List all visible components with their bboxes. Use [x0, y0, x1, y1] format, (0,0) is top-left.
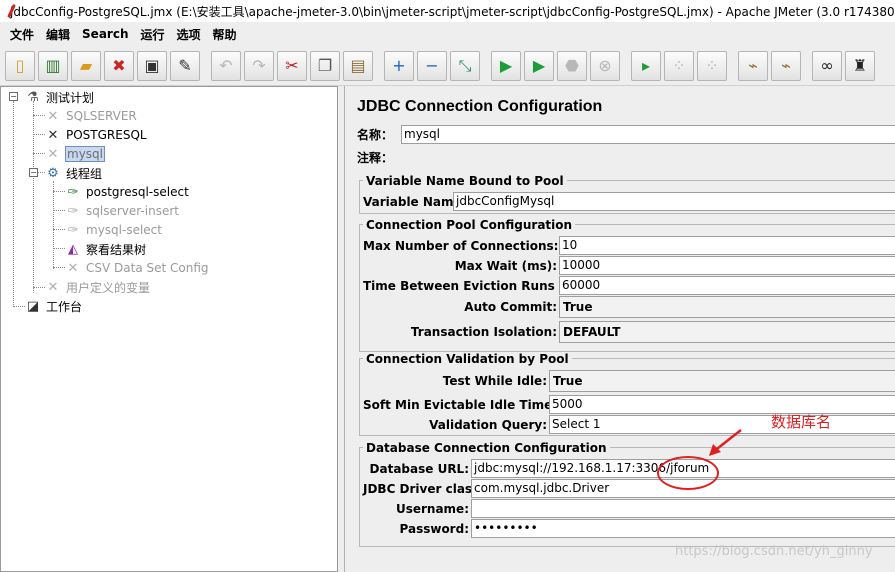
toggle-icon[interactable]: ⤡	[450, 50, 480, 81]
password-label: Password:	[399, 521, 470, 536]
stop-icon[interactable]: ⬣	[557, 50, 587, 81]
tree-item-csv-data-set[interactable]: ✕ CSV Data Set Config	[65, 259, 210, 277]
wrench-icon: ✕	[47, 146, 59, 162]
title-bar: jdbcConfig-PostgreSQL.jmx (E:\安装工具\apach…	[0, 0, 895, 22]
max-wait-label: Max Wait (ms):	[454, 258, 557, 273]
jdbc-config-panel: JDBC Connection Configuration 名称： mysql …	[344, 86, 895, 572]
window-title: jdbcConfig-PostgreSQL.jmx (E:\安装工具\apach…	[10, 4, 895, 19]
validation-group-title: Connection Validation by Pool	[363, 352, 572, 366]
transaction-isolation-label: Transaction Isolation:	[410, 325, 557, 339]
clear-icon[interactable]: ⌁	[738, 50, 768, 81]
reset-search-icon[interactable]: ♜	[845, 50, 875, 81]
tree-item-test-plan[interactable]: ⚗ 测试计划	[25, 88, 95, 106]
menu-edit[interactable]: 编辑	[40, 26, 76, 43]
pool-group-title: Connection Pool Configuration	[363, 218, 576, 232]
username-input[interactable]	[471, 499, 895, 518]
tree-item-workbench[interactable]: ◪ 工作台	[25, 297, 83, 315]
tree-item-sqlserver[interactable]: ✕ SQLSERVER	[45, 107, 138, 125]
menu-run[interactable]: 运行	[134, 26, 170, 43]
annotation-arrow	[709, 429, 742, 456]
wrench-icon: ✕	[47, 108, 59, 124]
menu-options[interactable]: 选项	[171, 26, 207, 43]
tree-item-view-results-tree[interactable]: ◭ 察看结果树	[65, 240, 147, 258]
auto-commit-label: Auto Commit:	[464, 300, 557, 314]
menu-bar: 文件 编辑 Search 运行 选项 帮助	[0, 22, 895, 46]
wrench-icon: ✕	[47, 127, 59, 143]
open-icon[interactable]: ▰	[71, 50, 101, 81]
eviction-runs-input[interactable]: 60000	[559, 276, 895, 295]
remote-start-icon[interactable]: ▸	[631, 50, 661, 81]
chart-icon: ◭	[68, 241, 78, 257]
annotation-circle	[657, 456, 719, 490]
pipette-icon: ✑	[67, 222, 79, 238]
cut-icon[interactable]: ✂	[277, 50, 307, 81]
password-input[interactable]: •••••••••	[471, 519, 895, 538]
start-no-pause-icon[interactable]: ▶	[524, 50, 554, 81]
menu-file[interactable]: 文件	[4, 26, 40, 43]
gear-icon: ⚙	[47, 165, 59, 181]
close-icon[interactable]: ✖	[104, 50, 134, 81]
validation-query-label: Validation Query:	[429, 417, 547, 432]
auto-commit-select[interactable]: True	[559, 296, 895, 318]
database-url-label: Database URL:	[369, 461, 469, 476]
start-icon[interactable]: ▶	[491, 50, 521, 81]
name-input[interactable]: mysql	[401, 125, 895, 144]
soft-min-idle-label: Soft Min Evictable Idle Time(ms):	[363, 397, 588, 412]
comment-label: 注释：	[357, 151, 394, 165]
collapse-toggle[interactable]: −	[9, 92, 18, 101]
pipette-icon: ✑	[67, 184, 79, 200]
shutdown-icon[interactable]: ⊗	[590, 50, 620, 81]
new-icon[interactable]: ▯	[5, 50, 35, 81]
test-plan-tree: − − ⚗ 测试计划 ✕ SQLSERVER ✕ POSTGRESQL ✕ my…	[0, 86, 338, 572]
tree-item-sqlserver-insert[interactable]: ✑ sqlserver-insert	[65, 202, 180, 220]
test-while-idle-label: Test While Idle:	[442, 374, 547, 388]
save-as-icon[interactable]: ✎	[170, 50, 200, 81]
wrench-icon: ✕	[47, 279, 59, 295]
collapse-icon[interactable]: −	[417, 50, 447, 81]
tree-item-postgresql-select[interactable]: ✑ postgresql-select	[65, 183, 190, 201]
tree-item-mysql[interactable]: ✕ mysql	[45, 145, 105, 163]
menu-help[interactable]: 帮助	[207, 26, 243, 43]
variable-name-label: Variable Name:	[363, 194, 467, 209]
remote-shutdown-icon[interactable]: ⁘	[697, 50, 727, 81]
collapse-toggle[interactable]: −	[29, 168, 38, 177]
tree-item-mysql-select[interactable]: ✑ mysql-select	[65, 221, 163, 239]
max-wait-input[interactable]: 10000	[559, 256, 895, 275]
copy-icon[interactable]: ❐	[310, 50, 340, 81]
variable-group-title: Variable Name Bound to Pool	[363, 174, 567, 188]
comment-input[interactable]	[397, 148, 895, 167]
tree-item-postgresql[interactable]: ✕ POSTGRESQL	[45, 126, 148, 144]
clear-all-icon[interactable]: ⌁	[771, 50, 801, 81]
tree-item-user-defined-variables[interactable]: ✕ 用户定义的变量	[45, 278, 151, 296]
test-while-idle-select[interactable]: True	[549, 370, 895, 392]
soft-min-idle-input[interactable]: 5000	[549, 395, 895, 414]
undo-icon[interactable]: ↶	[211, 50, 241, 81]
annotation-label: 数据库名	[771, 413, 832, 431]
transaction-isolation-select[interactable]: DEFAULT	[559, 321, 895, 343]
expand-icon[interactable]: +	[384, 50, 414, 81]
workbench-icon: ◪	[26, 298, 40, 314]
eviction-runs-label: Time Between Eviction Runs (ms):	[363, 278, 595, 293]
jdbc-driver-label: JDBC Driver class:	[363, 481, 485, 496]
toolbar: ▯ ▥ ▰ ✖ ▣ ✎ ↶ ↷ ✂ ❐ ▤ + − ⤡ ▶ ▶ ⬣ ⊗ ▸ ⁘ …	[0, 46, 895, 86]
page-title: JDBC Connection Configuration	[357, 98, 603, 115]
test-plan-icon: ⚗	[27, 89, 39, 105]
database-group-title: Database Connection Configuration	[363, 441, 610, 455]
watermark: https://blog.csdn.net/yh_ginny	[675, 544, 873, 559]
redo-icon[interactable]: ↷	[244, 50, 274, 81]
pipette-icon: ✑	[67, 203, 79, 219]
max-connections-label: Max Number of Connections:	[363, 238, 559, 253]
templates-icon[interactable]: ▥	[38, 50, 68, 81]
wrench-icon: ✕	[67, 260, 79, 276]
remote-stop-icon[interactable]: ⁘	[664, 50, 694, 81]
variable-name-input[interactable]: jdbcConfigMysql	[453, 192, 895, 211]
tree-item-thread-group[interactable]: ⚙ 线程组	[45, 164, 103, 182]
search-icon[interactable]: ∞	[812, 50, 842, 81]
username-label: Username:	[395, 501, 469, 516]
save-icon[interactable]: ▣	[137, 50, 167, 81]
name-label: 名称：	[357, 128, 394, 142]
max-connections-input[interactable]: 10	[559, 236, 895, 255]
menu-search[interactable]: Search	[76, 27, 134, 41]
paste-icon[interactable]: ▤	[343, 50, 373, 81]
